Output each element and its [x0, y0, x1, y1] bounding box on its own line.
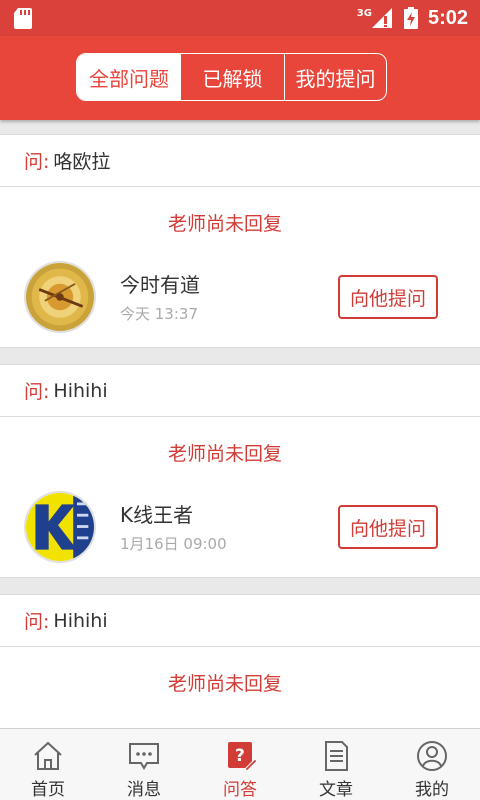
expert-row — [0, 721, 480, 728]
compass-avatar-icon[interactable] — [24, 261, 96, 333]
home-icon — [34, 741, 62, 770]
status-bar: 3G 5:02 — [0, 0, 480, 36]
nav-articles[interactable]: 文章 — [288, 729, 384, 800]
ask-him-button[interactable]: 向他提问 — [338, 275, 438, 319]
reply-status: 老师尚未回复 — [167, 443, 282, 465]
reply-time: 今天 13:37 — [120, 305, 198, 323]
reply-time: 1月16日 09:00 — [120, 535, 227, 553]
clock: 5:02 — [427, 6, 468, 29]
question-list[interactable]: 问: 咯欧拉 老师尚未回复 今时有道 今天 13:37 向他提问 问: Hihi… — [0, 120, 480, 728]
question-text: Hihihi — [53, 379, 108, 402]
sd-card-icon — [14, 8, 32, 29]
question-row: 问: Hihihi — [0, 365, 480, 417]
nav-profile[interactable]: 我的 — [384, 729, 480, 800]
nav-label: 问答 — [223, 780, 257, 800]
expert-row: K线王者 1月16日 09:00 向他提问 — [0, 491, 480, 577]
expert-row: 今时有道 今天 13:37 向他提问 — [0, 261, 480, 347]
question-text: 咯欧拉 — [53, 151, 111, 173]
reply-status: 老师尚未回复 — [167, 213, 282, 235]
question-row: 问: Hihihi — [0, 595, 480, 647]
profile-icon — [417, 741, 447, 771]
expert-name: 今时有道 — [120, 273, 200, 297]
reply-status: 老师尚未回复 — [167, 673, 282, 695]
question-card[interactable]: 问: Hihihi 老师尚未回复 — [0, 594, 480, 728]
tab-unlocked[interactable]: 已解锁 — [181, 54, 285, 100]
question-row: 问: 咯欧拉 — [0, 135, 480, 187]
header: 全部问题 已解锁 我的提问 — [0, 36, 480, 120]
bottom-nav: 首页 消息 ? 问答 文章 我的 — [0, 728, 480, 800]
k-logo-avatar-icon[interactable] — [24, 491, 96, 563]
question-card[interactable]: 问: Hihihi 老师尚未回复 K线王者 1月16日 09:00 向他提问 — [0, 364, 480, 578]
question-prefix: 问: — [24, 381, 50, 403]
signal-icon — [371, 8, 392, 28]
nav-messages[interactable]: 消息 — [96, 729, 192, 800]
svg-text:?: ? — [235, 746, 245, 766]
tab-switcher: 全部问题 已解锁 我的提问 — [76, 53, 387, 101]
tab-my-questions[interactable]: 我的提问 — [285, 54, 386, 100]
question-card[interactable]: 问: 咯欧拉 老师尚未回复 今时有道 今天 13:37 向他提问 — [0, 134, 480, 348]
nav-qa[interactable]: ? 问答 — [192, 729, 288, 800]
nav-home[interactable]: 首页 — [0, 729, 96, 800]
nav-label: 我的 — [415, 780, 449, 800]
message-icon — [129, 743, 159, 770]
qa-icon: ? — [228, 742, 257, 772]
question-text: Hihihi — [53, 609, 108, 632]
question-prefix: 问: — [24, 611, 50, 633]
question-prefix: 问: — [24, 151, 50, 173]
nav-label: 首页 — [31, 780, 65, 800]
ask-him-button[interactable]: 向他提问 — [338, 505, 438, 549]
battery-charging-icon — [403, 7, 418, 29]
nav-label: 文章 — [319, 780, 353, 800]
tab-all-questions[interactable]: 全部问题 — [77, 54, 181, 100]
nav-label: 消息 — [127, 780, 161, 800]
article-icon — [325, 741, 348, 771]
expert-name: K线王者 — [120, 503, 194, 527]
